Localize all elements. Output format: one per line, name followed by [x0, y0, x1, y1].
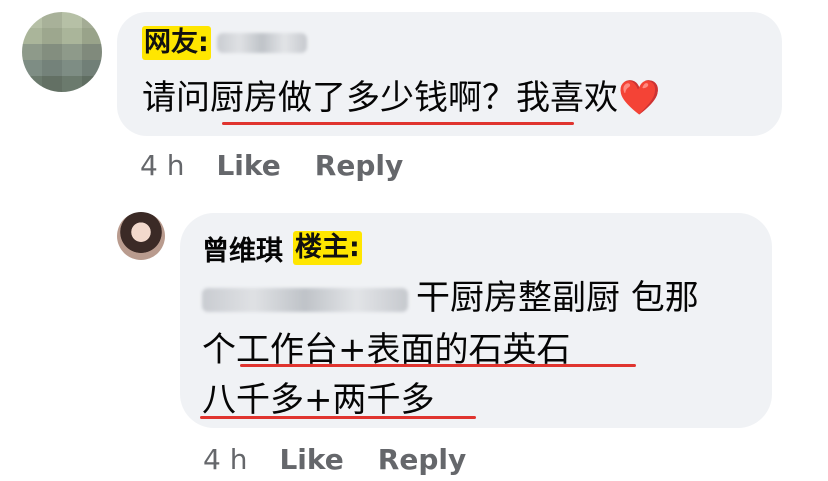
reply-button[interactable]: Reply: [315, 149, 403, 182]
like-button[interactable]: Like: [279, 443, 343, 476]
comment-actions: 4 h Like Reply: [140, 149, 437, 182]
comment-text: 请问厨房做了多少钱啊？我喜欢❤️: [142, 76, 660, 120]
reply-author-row: 曾维琪 楼主:: [202, 228, 362, 268]
comment-body: 请问厨房做了多少钱啊？我喜欢: [142, 78, 618, 118]
netizen-tag: 网友:: [142, 26, 211, 60]
blurred-author-name[interactable]: [216, 33, 307, 53]
reply-button[interactable]: Reply: [378, 443, 466, 476]
highlight-underline: [222, 122, 574, 125]
reply-line-1: 干厨房整副厨 包那: [416, 278, 699, 318]
highlight-underline: [200, 416, 476, 419]
reply-author-name[interactable]: 曾维琪: [202, 229, 283, 268]
like-button[interactable]: Like: [216, 149, 280, 182]
op-tag: 楼主:: [293, 231, 362, 265]
reply-text-line-1: 干厨房整副厨 包那: [202, 276, 699, 320]
reply-actions: 4 h Like Reply: [203, 443, 500, 476]
comment-author-row: 网友:: [142, 25, 307, 61]
heart-emoji-icon: ❤️: [618, 78, 661, 118]
reply-timestamp[interactable]: 4 h: [203, 443, 247, 476]
blurred-mention[interactable]: [202, 287, 408, 312]
commenter-avatar[interactable]: [22, 12, 102, 92]
highlight-underline: [240, 364, 636, 367]
replier-avatar[interactable]: [117, 212, 165, 260]
comment-timestamp[interactable]: 4 h: [140, 149, 184, 182]
